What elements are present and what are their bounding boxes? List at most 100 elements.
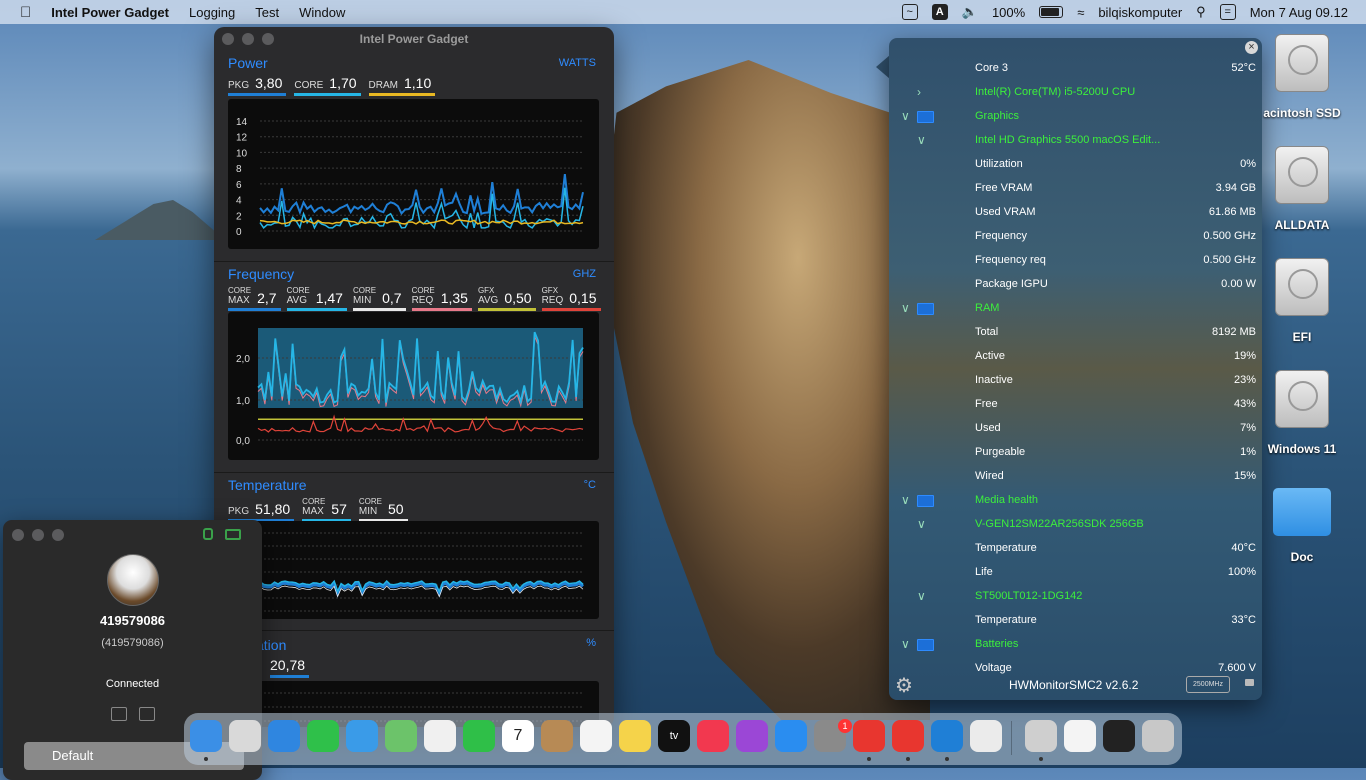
cpu-frequency-badge[interactable]: 2500MHz: [1186, 676, 1230, 693]
lock-icon[interactable]: [203, 528, 213, 540]
dock-anydesk-tool-icon[interactable]: [892, 720, 924, 752]
file-transfer-icon[interactable]: [111, 707, 127, 721]
menu-test[interactable]: Test: [255, 5, 279, 20]
sensor-name: Purgeable: [975, 446, 1026, 458]
chevron-right-icon[interactable]: ›: [917, 80, 921, 104]
sensor-name: Wired: [975, 470, 1004, 482]
metric-label-group: GFX AVG: [478, 286, 498, 306]
desktop-icon-windows-11[interactable]: Windows 11: [1262, 370, 1342, 456]
dock-app-store-icon[interactable]: [775, 720, 807, 752]
dock-launchpad-icon[interactable]: [229, 720, 261, 752]
battery-percent: 100%: [991, 4, 1026, 20]
chevron-down-icon[interactable]: ∨: [901, 296, 910, 320]
close-window-button[interactable]: [12, 529, 24, 541]
zoom-window-button[interactable]: [52, 529, 64, 541]
dock-podcasts-icon[interactable]: [736, 720, 768, 752]
y-tick-label: 6: [236, 180, 242, 191]
dock-reminders-icon[interactable]: [580, 720, 612, 752]
desktop-icon-label: Windows 11: [1267, 442, 1337, 456]
sensor-name: ST500LT012-1DG142: [975, 590, 1083, 602]
frequency-unit: GHZ: [572, 268, 596, 280]
utilization-metric: 20,78: [270, 657, 310, 678]
chevron-down-icon[interactable]: ∨: [917, 584, 926, 608]
metric-label-group: CORE MAX: [302, 497, 325, 517]
sensor-group-row[interactable]: ∨ ST500LT012-1DG142: [889, 584, 1262, 608]
sensor-group-row[interactable]: › Intel(R) Core(TM) i5-5200U CPU: [889, 80, 1262, 104]
dock-contacts-icon[interactable]: [541, 720, 573, 752]
dock-maps-icon[interactable]: [385, 720, 417, 752]
desktop-icon-alldata[interactable]: ALLDATA: [1262, 146, 1342, 232]
sensor-group-row[interactable]: ∨ Intel HD Graphics 5500 macOS Edit...: [889, 128, 1262, 152]
dock-textedit-icon[interactable]: [970, 720, 1002, 752]
battery-icon[interactable]: [1039, 6, 1064, 18]
dock-hw-monitor-icon[interactable]: [1025, 720, 1057, 752]
dock-music-icon[interactable]: [697, 720, 729, 752]
menubar-clock[interactable]: Mon 7 Aug 09.12: [1250, 5, 1348, 20]
desktop-icon-doc[interactable]: Doc: [1262, 488, 1342, 564]
apple-menu-icon[interactable]: : [20, 4, 31, 21]
window-titlebar[interactable]: Intel Power Gadget: [214, 27, 614, 51]
dock-anydesk-red-icon[interactable]: [853, 720, 885, 752]
dock-calendar-icon[interactable]: 7: [502, 720, 534, 752]
menu-window[interactable]: Window: [299, 5, 345, 20]
dock-screenshot-icon[interactable]: [1103, 720, 1135, 752]
sensor-name: Free: [975, 398, 998, 410]
hwmonitor-footer: ⚙ HWMonitorSMC2 v2.6.2 2500MHz: [889, 670, 1262, 700]
chevron-down-icon[interactable]: ∨: [901, 632, 910, 656]
drive-icon: [1275, 258, 1329, 316]
wifi-icon[interactable]: ≈: [1077, 5, 1084, 20]
dock-trash-icon[interactable]: [1142, 720, 1174, 752]
dock-messages-icon[interactable]: [307, 720, 339, 752]
running-indicator: [204, 757, 208, 761]
sensor-name: RAM: [975, 302, 1000, 314]
menubar-username[interactable]: bilqiskomputer: [1098, 5, 1182, 20]
menu-app-name[interactable]: Intel Power Gadget: [51, 5, 169, 20]
chat-icon[interactable]: [139, 707, 155, 721]
dock-notes-icon[interactable]: [619, 720, 651, 752]
dock-intel-power-gadget-icon[interactable]: [931, 720, 963, 752]
monitor-icon[interactable]: [225, 529, 241, 540]
dock-safari-icon[interactable]: [268, 720, 300, 752]
close-window-button[interactable]: [222, 33, 234, 45]
sensor-group-row[interactable]: ∨ RAM: [889, 296, 1262, 320]
zoom-window-button[interactable]: [262, 33, 274, 45]
sensor-name: V-GEN12SM22AR256SDK 256GB: [975, 518, 1144, 530]
activity-monitor-icon[interactable]: ~: [901, 4, 918, 20]
volume-icon[interactable]: 🔈: [962, 4, 978, 20]
chevron-down-icon[interactable]: ∨: [901, 104, 910, 128]
power-chart: 14 12 10 8 6 4 2 0: [228, 99, 599, 249]
frequency-section: Frequency GHZ CORE MAX 2,7 CORE AVG 1,47 CORE M…: [214, 261, 614, 472]
chevron-down-icon[interactable]: ∨: [917, 128, 926, 152]
dock-facetime-icon[interactable]: [463, 720, 495, 752]
metric: CORE MAX 2,7: [228, 286, 281, 311]
chevron-down-icon[interactable]: ∨: [917, 512, 926, 536]
sensor-group-row[interactable]: ∨ Media health: [889, 488, 1262, 512]
sensor-group-row[interactable]: ∨ Graphics: [889, 104, 1262, 128]
dock-document-icon[interactable]: [1064, 720, 1096, 752]
partner-id-sub: (419579086): [101, 637, 164, 649]
running-indicator: [867, 757, 871, 761]
gear-icon[interactable]: ⚙: [895, 673, 913, 698]
input-source-icon[interactable]: A: [931, 4, 948, 20]
dock-finder-icon[interactable]: [190, 720, 222, 752]
sensor-group-row[interactable]: ∨ Batteries: [889, 632, 1262, 656]
desktop-icon-efi[interactable]: EFI: [1262, 258, 1342, 344]
close-icon[interactable]: ×: [1245, 41, 1258, 54]
dock-tv-icon[interactable]: tv: [658, 720, 690, 752]
frequency-metrics: CORE MAX 2,7 CORE AVG 1,47 CORE MIN 0,7 CORE REQ 1,…: [228, 286, 601, 311]
chevron-down-icon[interactable]: ∨: [901, 488, 910, 512]
menu-logging[interactable]: Logging: [189, 5, 235, 20]
sensor-group-row[interactable]: ∨ V-GEN12SM22AR256SDK 256GB: [889, 512, 1262, 536]
dock-photos-icon[interactable]: [424, 720, 456, 752]
control-center-icon[interactable]: =: [1219, 4, 1236, 20]
sensor-row: Temperature 40°C: [889, 536, 1262, 560]
desktop-icon-macintosh-ssd[interactable]: acintosh SSD: [1262, 34, 1342, 120]
desktop-icon-label: Doc: [1290, 550, 1314, 564]
metric-value: 1,70: [329, 75, 357, 91]
spotlight-search-icon[interactable]: ⚲: [1196, 4, 1206, 20]
minimize-window-button[interactable]: [242, 33, 254, 45]
temperature-section: Temperature °C PKG 51,80 CORE MAX 57 CORE MIN 5…: [214, 472, 614, 631]
lock-icon[interactable]: [1245, 679, 1254, 686]
dock-mail-icon[interactable]: [346, 720, 378, 752]
minimize-window-button[interactable]: [32, 529, 44, 541]
